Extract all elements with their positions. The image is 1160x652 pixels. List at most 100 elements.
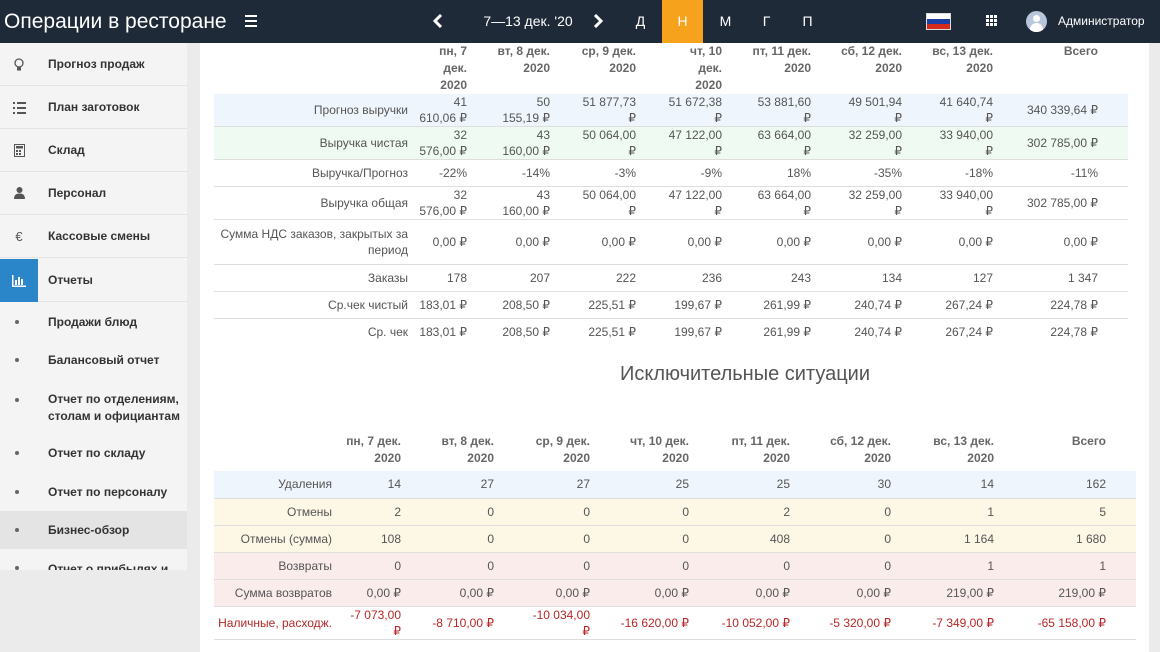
table-cell: 267,24 ₽ <box>932 291 1023 319</box>
table-cell: -35% <box>841 159 932 187</box>
sales-table: пн, 7 дек. 2020 вт, 8 дек. 2020 ср, 9 дек.… <box>214 43 1128 346</box>
sidebar-subitem-label: Отчет по отделениям, столам и официантам <box>48 392 180 423</box>
table-cell: 225,51 ₽ <box>580 291 666 319</box>
row-label: Выручка общая <box>214 186 416 220</box>
sidebar-subitem-balance-report[interactable]: Балансовый отчет <box>0 341 187 379</box>
row-label: Сумма НДС заказов, закрытых за период <box>214 219 416 265</box>
sidebar-item-label: Кассовые смены <box>48 229 151 243</box>
table-cell: 2 <box>340 498 431 526</box>
euro-icon: € <box>15 229 23 244</box>
table-cell: 261,99 ₽ <box>752 291 841 319</box>
period-week-button[interactable]: Н <box>662 0 703 43</box>
row-label: Возвраты <box>214 552 340 580</box>
table-cell: 43 160,00 ₽ <box>497 186 580 220</box>
sidebar-item-prep-plan[interactable]: План заготовок <box>0 86 187 129</box>
sidebar-subitem-label: Отчет о прибылях и <box>48 562 169 570</box>
period-day-button[interactable]: Д <box>620 0 661 43</box>
user-name[interactable]: Администратор <box>1058 14 1145 28</box>
column-header: вт, 8 дек. 2020 <box>441 434 495 465</box>
sidebar-subitem-profit-report[interactable]: Отчет о прибылях и <box>0 549 187 570</box>
sidebar-subitem-label: Балансовый отчет <box>48 353 160 367</box>
table-cell: 32 259,00 ₽ <box>841 186 932 220</box>
column-header: сб, 12 дек. 2020 <box>830 434 891 465</box>
table-cell: 240,74 ₽ <box>841 291 932 319</box>
table-cell: 178 <box>416 264 497 292</box>
column-header: пт, 11 дек. 2020 <box>752 44 811 75</box>
table-cell: 0,00 ₽ <box>497 219 580 265</box>
table-row: Ср.чек чистый 183,01 ₽208,50 ₽225,51 ₽199… <box>214 291 1128 319</box>
week-label[interactable]: 7—13 дек. '20 <box>458 0 598 43</box>
table-cell: 0 <box>340 552 431 580</box>
exceptions-table-header: пн, 7 дек. 2020 вт, 8 дек. 2020 ср, 9 дек.… <box>214 433 1136 471</box>
table-cell: 30 <box>820 471 921 499</box>
sidebar-subitem-label: Продажи блюд <box>48 315 138 329</box>
table-row: Сумма НДС заказов, закрытых за период 0,0… <box>214 219 1128 265</box>
table-cell: 0 <box>620 498 719 526</box>
column-header: пт, 11 дек. 2020 <box>731 434 790 465</box>
table-cell: 302 785,00 ₽ <box>1023 126 1128 160</box>
table-row: Отмены (сумма) 108 0 0 0 408 0 1 164 1 680 <box>214 525 1136 553</box>
sidebar-item-staff[interactable]: Персонал <box>0 172 187 215</box>
next-week-button[interactable] <box>578 0 618 43</box>
exceptions-table: пн, 7 дек. 2020 вт, 8 дек. 2020 ср, 9 дек.… <box>214 433 1136 640</box>
row-label: Сумма возвратов <box>214 579 340 607</box>
sidebar-item-label: Отчеты <box>48 273 93 287</box>
period-year-button[interactable]: Г <box>746 0 787 43</box>
bar-chart-icon <box>0 259 38 302</box>
table-cell: -22% <box>416 159 497 187</box>
top-bar: Операции в ресторане 7—13 дек. '20 Д Н М… <box>0 0 1160 43</box>
sidebar-subitem-departments-report[interactable]: Отчет по отделениям, столам и официантам <box>0 379 187 432</box>
table-cell: 27 <box>524 471 620 499</box>
table-cell: 267,24 ₽ <box>945 325 993 340</box>
table-cell: 0,00 ₽ <box>1023 219 1128 265</box>
table-cell: 1 164 <box>921 525 1024 553</box>
table-cell: 25 <box>719 471 820 499</box>
table-cell: 236 <box>666 264 752 292</box>
period-custom-button[interactable]: П <box>787 0 828 43</box>
bullet-icon <box>15 320 19 324</box>
table-row: Возвраты 0 0 0 0 0 0 1 1 <box>214 552 1136 580</box>
table-cell: 134 <box>841 264 932 292</box>
row-label: Заказы <box>214 264 416 292</box>
row-label: Ср. чек <box>367 325 408 340</box>
table-cell: 0,00 ₽ <box>752 219 841 265</box>
table-cell: 0,00 ₽ <box>416 219 497 265</box>
table-cell: 224,78 ₽ <box>1023 291 1128 319</box>
sidebar-subitem-warehouse-report[interactable]: Отчет по складу <box>0 432 187 471</box>
table-cell: 0 <box>524 552 620 580</box>
bullet-icon <box>15 566 19 570</box>
user-avatar-icon[interactable] <box>1026 11 1047 32</box>
table-cell: 49 501,94 ₽ <box>841 94 932 127</box>
table-cell: 224,78 ₽ <box>1050 325 1098 340</box>
russian-flag-icon[interactable] <box>926 13 951 30</box>
table-cell: 208,50 ₽ <box>497 291 580 319</box>
sales-table-header: пн, 7 дек. 2020 вт, 8 дек. 2020 ср, 9 дек.… <box>214 43 1128 94</box>
table-cell: 222 <box>580 264 666 292</box>
table-cell: 127 <box>932 264 1023 292</box>
table-cell: 207 <box>497 264 580 292</box>
sidebar-item-reports[interactable]: Отчеты <box>0 259 187 302</box>
period-month-button[interactable]: М <box>705 0 746 43</box>
table-cell: 14 <box>921 471 1024 499</box>
sidebar-subitem-business-overview[interactable]: Бизнес-обзор <box>0 511 187 549</box>
row-label: Отмены (сумма) <box>214 525 340 553</box>
bullet-icon <box>15 398 19 402</box>
table-cell: -14% <box>497 159 580 187</box>
table-cell: 340 339,64 ₽ <box>1023 94 1128 127</box>
table-cell: -18% <box>932 159 1023 187</box>
table-cell: 0 <box>431 525 524 553</box>
sidebar-subitem-staff-report[interactable]: Отчет по персоналу <box>0 471 187 511</box>
sidebar-item-cash-shifts[interactable]: € Кассовые смены <box>0 215 187 258</box>
table-cell: 408 <box>719 525 820 553</box>
table-row: Удаления 14 27 27 25 25 30 14 162 <box>214 471 1136 499</box>
table-row: Ср. чек 183,01 ₽ 208,50 ₽ 225,51 ₽ 199,67 ₽ 2… <box>214 319 1128 346</box>
column-header: Всего <box>1071 434 1106 448</box>
sidebar-item-sales-forecast[interactable]: Прогноз продаж <box>0 43 187 86</box>
prev-week-button[interactable] <box>418 0 458 43</box>
table-cell: 199,67 ₽ <box>674 325 722 340</box>
table-cell: 51 672,38 ₽ <box>666 94 752 127</box>
sidebar-subitem-dish-sales[interactable]: Продажи блюд <box>0 303 187 341</box>
apps-grid-icon[interactable] <box>986 15 998 27</box>
sidebar-item-warehouse[interactable]: Склад <box>0 129 187 172</box>
hamburger-menu-icon[interactable] <box>238 8 264 34</box>
